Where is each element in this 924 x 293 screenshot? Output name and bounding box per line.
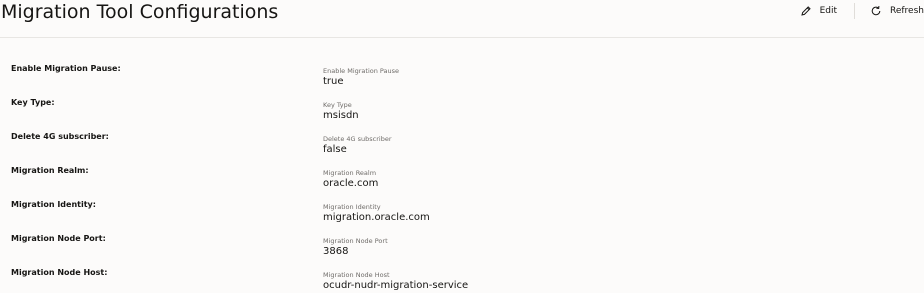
config-row-enable-migration-pause: Enable Migration Pause: Enable Migration… bbox=[0, 37, 924, 87]
refresh-label: Refresh bbox=[890, 6, 924, 16]
field-value: ocudr-nudr-migration-service bbox=[323, 280, 469, 291]
config-row-migration-node-port: Migration Node Port: Migration Node Port… bbox=[0, 207, 924, 257]
edit-button[interactable]: Edit bbox=[800, 3, 837, 19]
refresh-button[interactable]: Refresh bbox=[870, 3, 924, 19]
refresh-icon bbox=[870, 5, 882, 17]
config-row-key-type: Key Type: Key Type msisdn bbox=[0, 71, 924, 121]
pencil-icon bbox=[800, 5, 812, 17]
config-row-delete-4g-subscriber: Delete 4G subscriber: Delete 4G subscrib… bbox=[0, 105, 924, 155]
page-header: Migration Tool Configurations Edit Refre… bbox=[0, 0, 924, 38]
field-label: Migration Node Host bbox=[323, 271, 390, 279]
config-row-migration-identity: Migration Identity: Migration Identity m… bbox=[0, 173, 924, 223]
row-label: Migration Node Host: bbox=[11, 268, 108, 277]
config-row-migration-realm: Migration Realm: Migration Realm oracle.… bbox=[0, 139, 924, 189]
page: Migration Tool Configurations Edit Refre… bbox=[0, 0, 924, 293]
page-title: Migration Tool Configurations bbox=[1, 1, 279, 23]
readonly-field: Migration Node Host ocudr-nudr-migration… bbox=[323, 271, 468, 292]
toolbar-divider bbox=[854, 3, 855, 19]
edit-label: Edit bbox=[819, 6, 837, 16]
config-row-migration-node-host: Migration Node Host: Migration Node Host… bbox=[0, 241, 924, 291]
toolbar: Edit Refresh bbox=[800, 3, 924, 19]
